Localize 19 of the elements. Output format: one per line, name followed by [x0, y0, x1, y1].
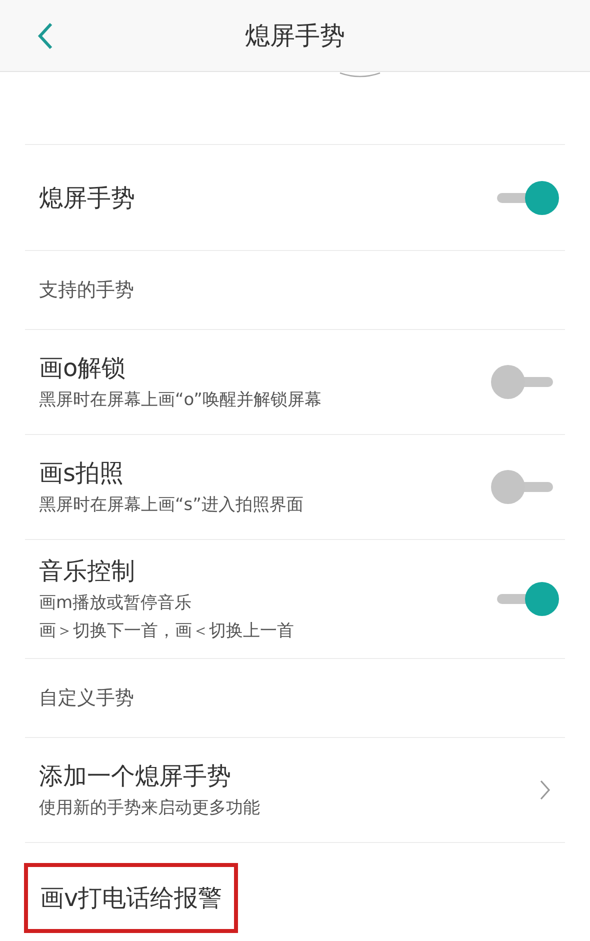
setting-title: 音乐控制: [39, 556, 136, 587]
back-icon[interactable]: [37, 22, 53, 50]
toggle-switch[interactable]: [495, 581, 559, 617]
chevron-right-icon[interactable]: [539, 779, 551, 801]
setting-title: 添加一个熄屏手势: [39, 761, 232, 792]
toggle-switch[interactable]: [495, 180, 559, 216]
setting-description: 黑屏时在屏幕上画“s”进入拍照界面: [39, 494, 304, 517]
section-heading: 支持的手势: [39, 278, 134, 303]
setting-title[interactable]: 画v打电话给报警: [24, 862, 238, 932]
setting-description: 画＞切换下一首，画＜切换上一首: [39, 620, 294, 643]
setting-description: 使用新的手势来启动更多功能: [39, 797, 260, 820]
curve-icon: [338, 72, 382, 78]
section-heading: 自定义手势: [39, 686, 134, 711]
setting-description: 黑屏时在屏幕上画“o”唤醒并解锁屏幕: [39, 389, 322, 412]
setting-title: 画s拍照: [39, 458, 125, 489]
setting-description: 画m播放或暂停音乐: [39, 592, 193, 615]
setting-title: 熄屏手势: [39, 182, 135, 214]
page-title: 熄屏手势: [245, 20, 345, 52]
setting-title: 画o解锁: [39, 353, 127, 384]
